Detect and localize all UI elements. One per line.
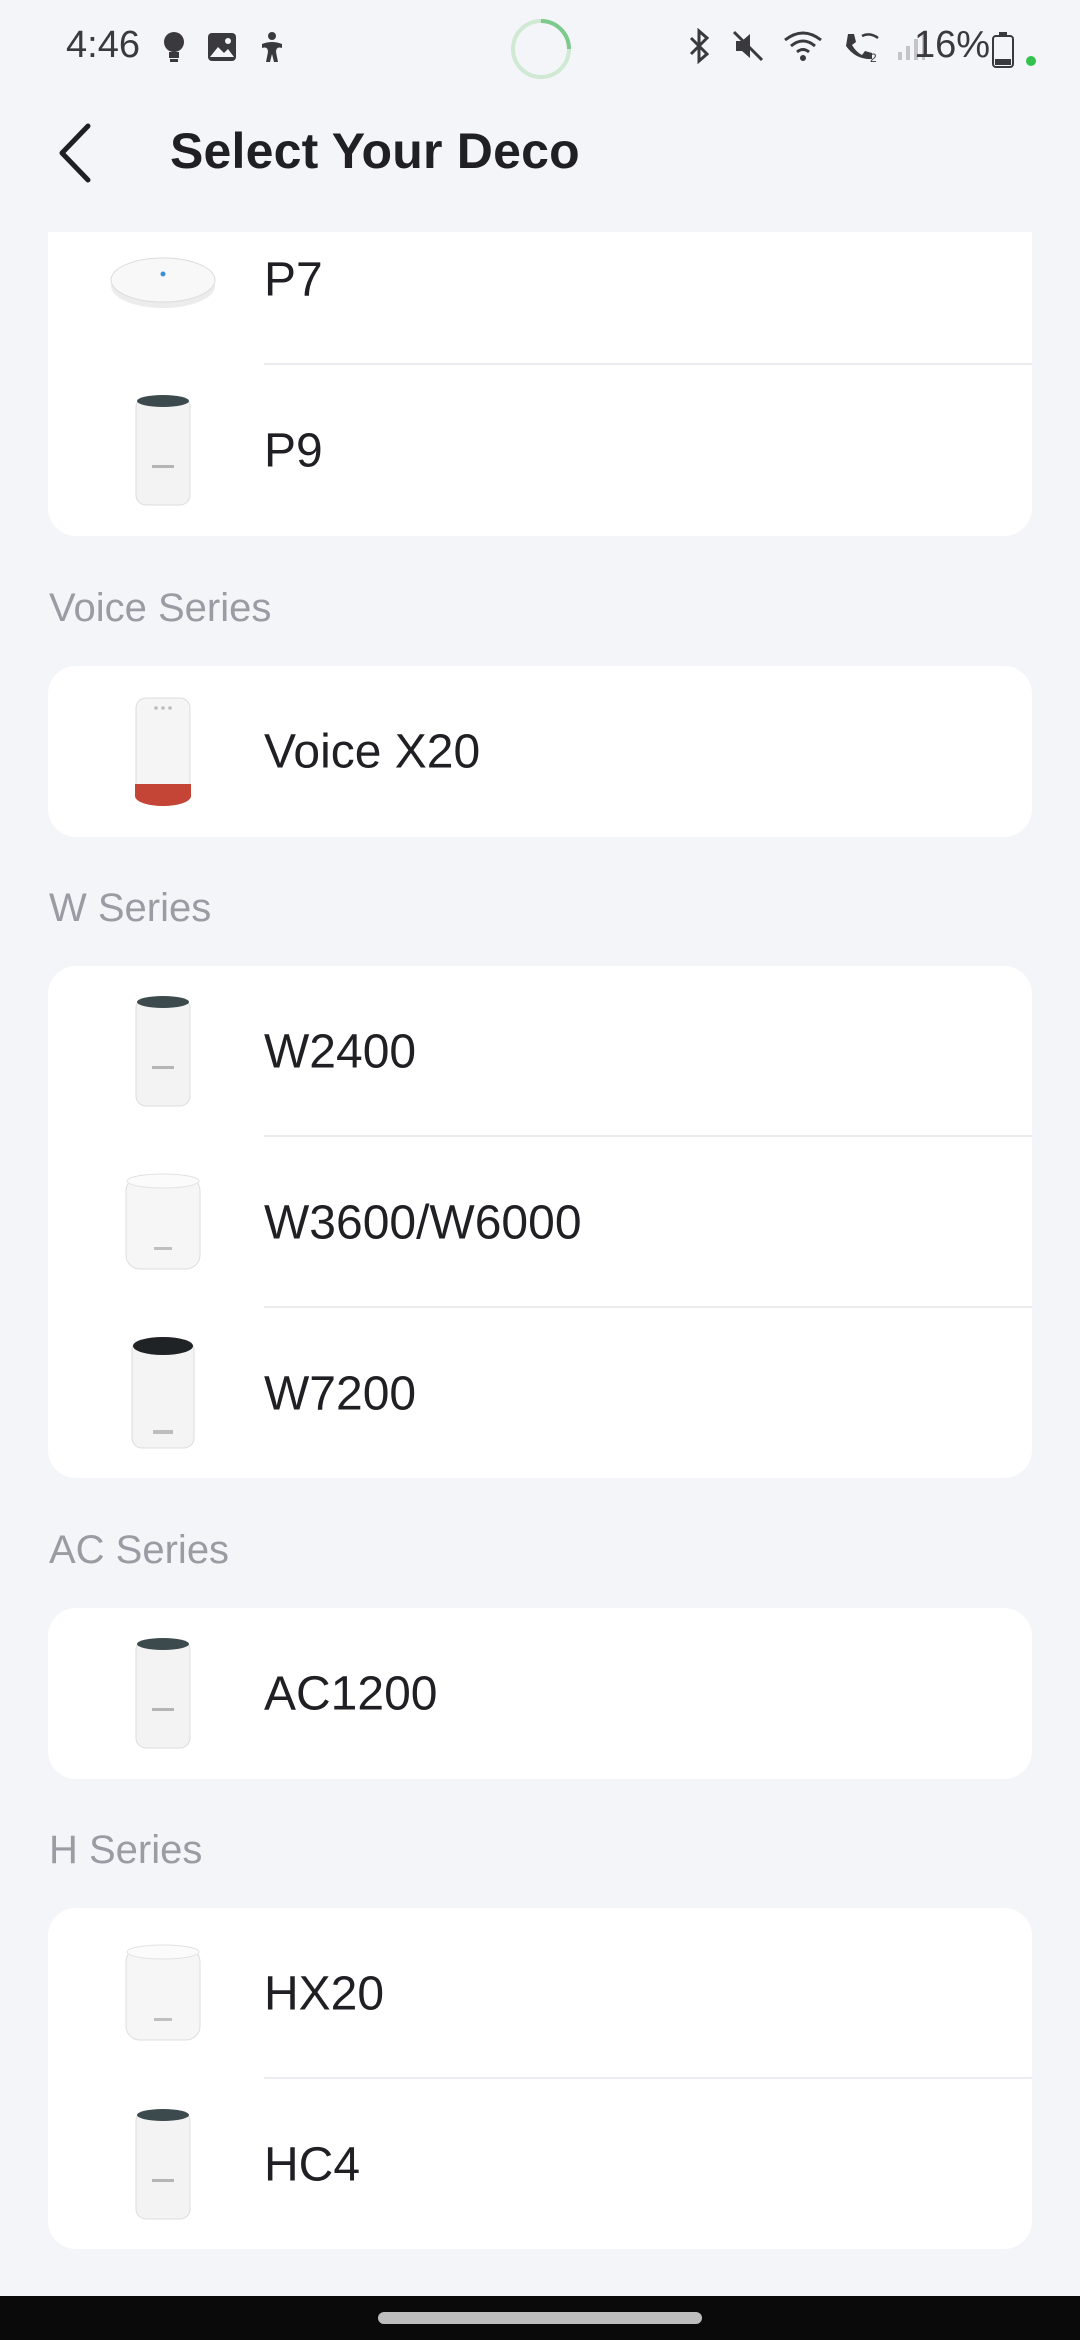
device-card-p-series: P7 P9 — [48, 232, 1032, 536]
device-item-hx20[interactable]: HX20 — [48, 1908, 1032, 2079]
device-name: HC4 — [264, 2138, 361, 2191]
status-bar: 4:46 2 16% — [0, 0, 1080, 96]
device-card-voice-series: Voice X20 — [48, 666, 1032, 837]
device-thumbnail — [108, 1934, 218, 2054]
privacy-indicator-dot — [1026, 56, 1036, 66]
device-name: AC1200 — [264, 1667, 438, 1720]
device-item-w3600-w6000[interactable]: W3600/W6000 — [48, 1137, 1032, 1308]
status-time: 4:46 — [66, 24, 140, 66]
section-label-voice-series: Voice Series — [49, 586, 272, 630]
device-name: P9 — [264, 424, 323, 477]
device-card-ac-series: AC1200 — [48, 1608, 1032, 1779]
gallery-icon — [208, 33, 236, 61]
device-name: W3600/W6000 — [264, 1196, 582, 1249]
device-name: Voice X20 — [264, 725, 481, 778]
app-header: Select Your Deco — [0, 96, 1080, 208]
bluetooth-icon — [689, 28, 710, 64]
device-item-p9[interactable]: P9 — [48, 365, 1032, 536]
mute-icon — [732, 30, 764, 62]
device-thumbnail — [108, 992, 218, 1112]
wifi-icon — [784, 31, 822, 61]
device-thumbnail — [108, 391, 218, 511]
chevron-left-icon — [59, 123, 91, 183]
system-navigation-bar — [0, 2296, 1080, 2340]
section-label-w-series: W Series — [49, 886, 212, 930]
wifi-calling-icon: 2 — [846, 33, 879, 64]
device-item-hc4[interactable]: HC4 — [48, 2079, 1032, 2249]
device-name: W7200 — [264, 1367, 417, 1420]
back-button[interactable] — [48, 118, 108, 188]
device-item-voice-x20[interactable]: Voice X20 — [48, 666, 1032, 837]
device-name: P7 — [264, 253, 323, 306]
device-item-ac1200[interactable]: AC1200 — [48, 1608, 1032, 1779]
device-card-h-series: HX20 HC4 — [48, 1908, 1032, 2249]
accessibility-icon — [262, 32, 282, 62]
battery-percent: 16% — [914, 24, 991, 66]
device-thumbnail — [108, 1163, 218, 1283]
device-item-p7[interactable]: P7 — [48, 232, 1032, 365]
device-card-w-series: W2400 W3600/W6000 W7200 — [48, 966, 1032, 1478]
device-name: HX20 — [264, 1967, 385, 2020]
loading-spinner — [510, 18, 572, 85]
device-thumbnail — [108, 1334, 218, 1454]
device-thumbnail — [108, 232, 218, 340]
device-item-w2400[interactable]: W2400 — [48, 966, 1032, 1137]
device-thumbnail — [108, 1634, 218, 1754]
device-thumbnail — [108, 2105, 218, 2225]
section-label-ac-series: AC Series — [49, 1528, 230, 1572]
battery-icon — [992, 32, 1014, 68]
device-name: W2400 — [264, 1025, 417, 1078]
home-gesture-handle[interactable] — [378, 2312, 702, 2324]
page-title: Select Your Deco — [170, 123, 580, 179]
device-item-w7200[interactable]: W7200 — [48, 1308, 1032, 1478]
device-thumbnail — [108, 692, 218, 812]
status-left-icons — [160, 30, 288, 64]
bulb-icon — [164, 32, 184, 62]
status-right-icons: 2 — [684, 28, 926, 64]
section-label-h-series: H Series — [49, 1828, 203, 1872]
svg-text:2: 2 — [870, 51, 877, 64]
